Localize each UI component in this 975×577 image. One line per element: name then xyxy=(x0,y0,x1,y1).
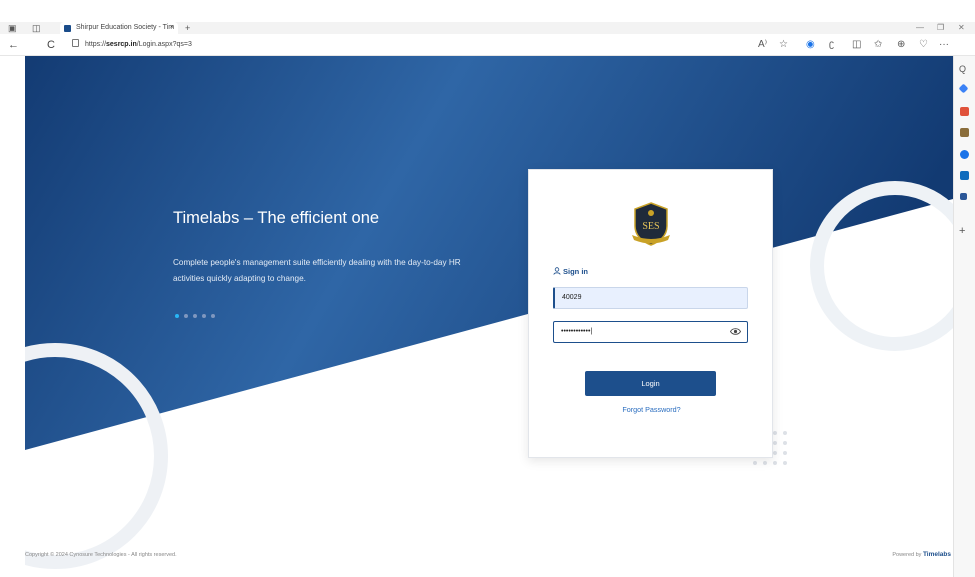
sidebar-word-icon[interactable] xyxy=(960,193,967,200)
carousel-dot[interactable] xyxy=(184,314,188,318)
show-password-icon[interactable] xyxy=(730,327,741,336)
hero-title: Timelabs – The efficient one xyxy=(173,209,380,227)
sign-in-heading: Sign in xyxy=(553,267,588,276)
site-favicon-icon xyxy=(64,25,71,32)
ses-logo: SES xyxy=(632,202,670,246)
minimize-icon[interactable]: — xyxy=(916,22,924,34)
sidebar-games-icon[interactable] xyxy=(960,128,969,137)
carousel-dot[interactable] xyxy=(211,314,215,318)
username-input[interactable]: 40029 xyxy=(553,287,748,309)
password-input[interactable]: ••••••••••••| xyxy=(553,321,748,343)
favorites-icon[interactable]: ✩ xyxy=(874,38,882,52)
extension-icon[interactable]: ◉ xyxy=(806,38,815,52)
tab-title: Shirpur Education Society - Tim xyxy=(76,24,175,31)
sidebar-search-icon[interactable]: Q xyxy=(959,64,966,74)
sidebar-office-icon[interactable] xyxy=(960,150,969,159)
restore-icon[interactable]: ❐ xyxy=(937,22,944,34)
sidebar-shopping-icon[interactable] xyxy=(958,83,969,94)
logo-text: SES xyxy=(642,221,659,232)
carousel-dots xyxy=(175,305,220,318)
split-screen-icon[interactable]: ◫ xyxy=(852,38,861,52)
sidebar-tools-icon[interactable] xyxy=(960,107,969,116)
close-window-icon[interactable]: ✕ xyxy=(958,22,965,34)
hero-description: Complete people's management suite effic… xyxy=(173,258,461,283)
browser-sidebar: Q + xyxy=(953,56,975,577)
browser-essentials-icon[interactable]: ♡ xyxy=(919,38,928,52)
browser-window: ▣ ◫ Shirpur Education Society - Tim × + … xyxy=(0,0,975,577)
url-path: /Login.aspx?qs=3 xyxy=(136,41,192,48)
login-card: SES Sign in 40029 ••••••••••••| Login Fo… xyxy=(528,169,773,458)
url-prefix: https:// xyxy=(85,41,107,48)
copilot-icon[interactable]: ʗ xyxy=(829,38,834,52)
tab-actions-icon[interactable]: ◫ xyxy=(32,22,41,34)
password-value: ••••••••••••| xyxy=(561,328,593,335)
favorite-star-icon[interactable]: ☆ xyxy=(779,38,788,52)
username-value: 40029 xyxy=(562,294,582,301)
user-icon xyxy=(553,267,561,275)
login-button[interactable]: Login xyxy=(585,371,716,396)
url-field[interactable]: https://sesrcp.in/Login.aspx?qs=3 xyxy=(72,39,192,51)
hero-background xyxy=(25,56,953,569)
sidebar-outlook-icon[interactable] xyxy=(960,171,969,180)
timelabs-brand[interactable]: Timelabs xyxy=(923,551,951,558)
sign-in-label: Sign in xyxy=(563,267,588,276)
lock-icon[interactable] xyxy=(72,39,79,47)
powered-by-label: Powered by xyxy=(892,552,922,558)
carousel-dot[interactable] xyxy=(202,314,206,318)
carousel-dot[interactable] xyxy=(193,314,197,318)
powered-by: Powered by Timelabs xyxy=(892,551,951,558)
new-tab-icon[interactable]: + xyxy=(185,22,190,34)
address-toolbar: ← C https://sesrcp.in/Login.aspx?qs=3 A⁾… xyxy=(0,34,975,56)
workspace-icon[interactable]: ▣ xyxy=(8,22,17,34)
carousel-dot[interactable] xyxy=(175,314,179,318)
back-icon[interactable]: ← xyxy=(8,38,19,52)
forgot-password-link[interactable]: Forgot Password? xyxy=(529,405,774,414)
login-page: Timelabs – The efficient one Complete pe… xyxy=(25,56,953,577)
active-tab[interactable]: Shirpur Education Society - Tim × xyxy=(60,22,178,34)
sidebar-add-icon[interactable]: + xyxy=(959,226,965,237)
tab-close-icon[interactable]: × xyxy=(170,22,174,34)
collections-icon[interactable]: ⊕ xyxy=(897,38,905,52)
url-host: sesrcp.in xyxy=(106,41,137,48)
refresh-icon[interactable]: C xyxy=(47,38,55,52)
read-aloud-icon[interactable]: A⁾ xyxy=(758,38,767,52)
copyright-text: Copyright © 2024 Cynosure Technologies -… xyxy=(25,552,177,558)
more-icon[interactable]: ··· xyxy=(939,38,949,52)
tab-strip: ▣ ◫ Shirpur Education Society - Tim × + … xyxy=(0,22,975,34)
